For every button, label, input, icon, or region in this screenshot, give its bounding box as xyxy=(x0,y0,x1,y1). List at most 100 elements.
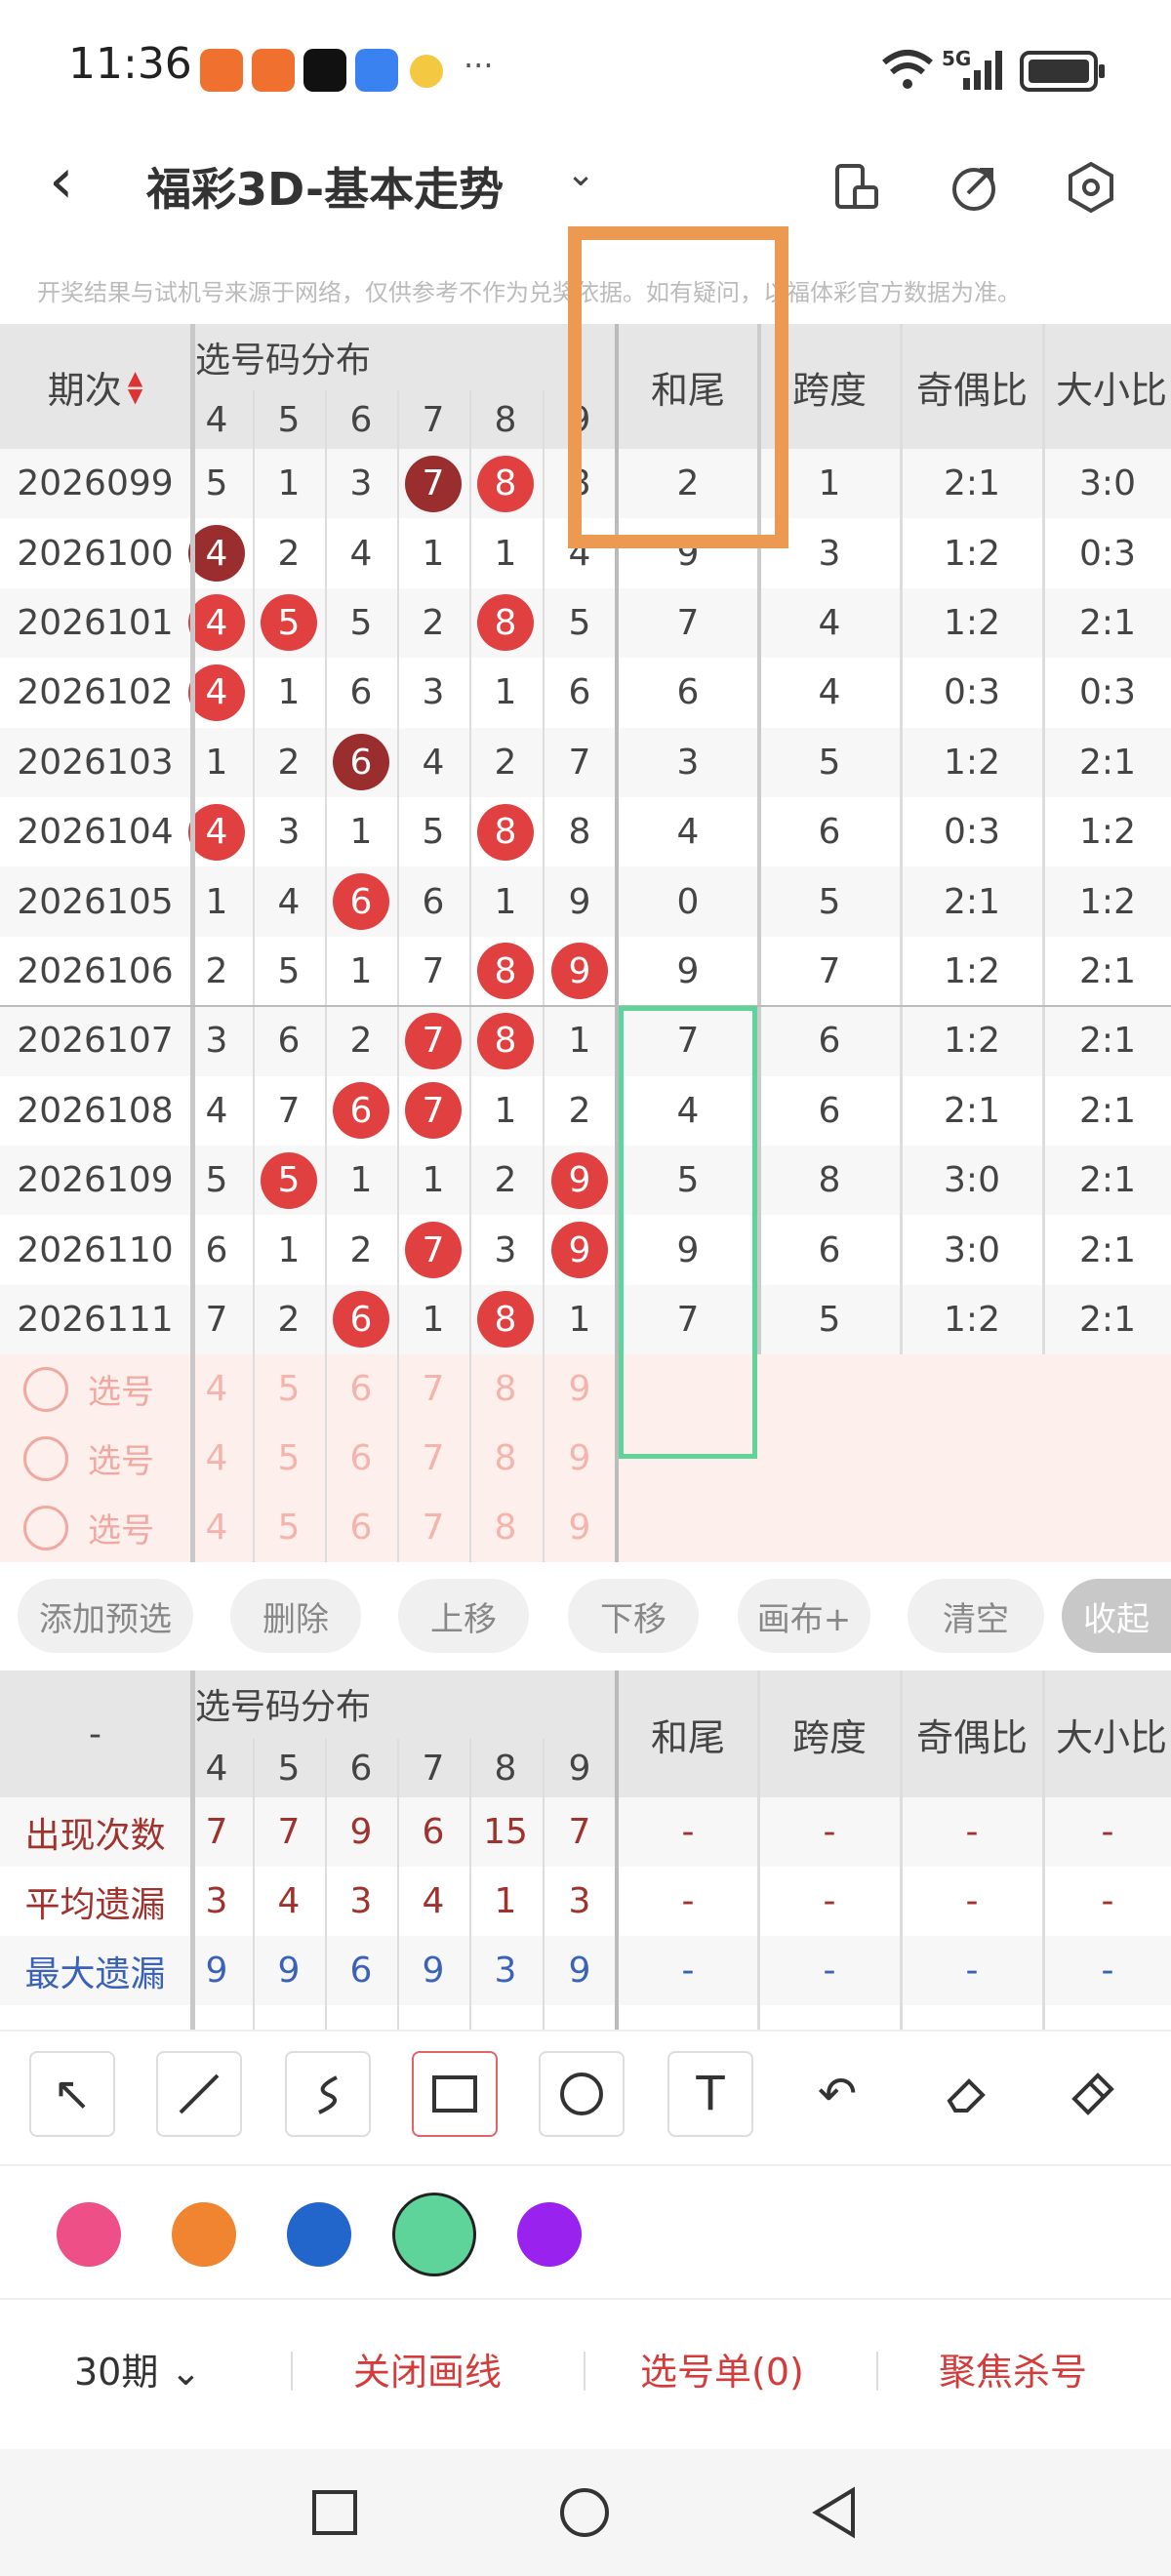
digit-header-5: 5 xyxy=(277,399,301,440)
digit-header-5: 5 xyxy=(277,1748,301,1789)
pick-digit[interactable]: 9 xyxy=(544,1493,616,1562)
rectangle-tool-icon[interactable] xyxy=(412,2051,498,2137)
stats-col-header: 大小比 xyxy=(1056,1715,1168,1759)
digit-cell: 9 xyxy=(544,1215,616,1284)
pick-row[interactable]: 选号 xyxy=(0,1354,190,1424)
number-ball: 5 xyxy=(261,594,317,652)
column-divider xyxy=(325,1739,327,2030)
kuadu-cell: 4 xyxy=(818,602,841,643)
period-header[interactable]: 期次 ▲ ▼ xyxy=(0,324,190,449)
wifi-icon xyxy=(882,50,933,89)
pick-row[interactable]: 选号 xyxy=(0,1424,190,1493)
digit-cell: 9 xyxy=(544,1146,616,1215)
radio-icon[interactable] xyxy=(23,1366,68,1412)
action-button-0[interactable]: 添加预选 xyxy=(18,1579,193,1653)
kuadu-cell: 6 xyxy=(818,1229,841,1270)
digit-cell: 2 xyxy=(422,602,445,643)
pick-digit[interactable]: 9 xyxy=(544,1424,616,1493)
column-divider xyxy=(469,1739,471,2030)
pick-digit[interactable]: 6 xyxy=(325,1493,397,1562)
qiou-cell: 3:0 xyxy=(944,1229,1000,1270)
action-button-5[interactable]: 清空 xyxy=(908,1579,1044,1653)
sort-icon[interactable]: ▲ ▼ xyxy=(128,368,142,405)
kuadu-cell: 5 xyxy=(818,1299,841,1340)
app-notification-icon xyxy=(410,55,443,88)
stats-col-header: 和尾 xyxy=(650,1715,725,1759)
period-selector[interactable]: 30期 ⌄ xyxy=(74,2342,201,2395)
arrow-tool-icon[interactable]: ↖ xyxy=(29,2051,115,2137)
circle-tool-icon[interactable] xyxy=(539,2051,625,2137)
digit-cell: 1 xyxy=(568,1299,591,1340)
settings-icon[interactable] xyxy=(1064,160,1118,215)
pick-digit[interactable]: 5 xyxy=(253,1493,325,1562)
number-ball: 7 xyxy=(405,455,462,512)
pick-row[interactable]: 选号 xyxy=(0,1493,190,1562)
color-swatch[interactable] xyxy=(287,2201,351,2267)
digit-cell: 6 xyxy=(325,1285,397,1354)
home-icon[interactable] xyxy=(558,2486,611,2539)
undo-icon[interactable]: ↶ xyxy=(794,2051,880,2137)
eraser-icon[interactable] xyxy=(923,2051,1009,2137)
hewei-cell: 4 xyxy=(676,812,700,853)
chevron-down-icon[interactable]: ⌄ xyxy=(566,154,595,194)
color-swatch[interactable] xyxy=(392,2192,476,2276)
digit-cell: 3 xyxy=(422,672,445,713)
stats-dash: - xyxy=(965,1812,979,1852)
number-ball: 7 xyxy=(405,1082,462,1140)
stats-col-header: 奇偶比 xyxy=(915,1715,1028,1759)
stats-label: 出现次数 xyxy=(24,1815,166,1856)
pick-digit[interactable]: 8 xyxy=(469,1354,542,1424)
pick-digit[interactable]: 6 xyxy=(325,1354,397,1424)
digit-cell: 7 xyxy=(397,1215,469,1284)
back-button[interactable]: ‹ xyxy=(49,150,74,213)
orientation-icon[interactable] xyxy=(829,160,884,215)
radio-icon[interactable] xyxy=(23,1505,68,1550)
text-tool-icon[interactable]: T xyxy=(667,2051,753,2137)
color-swatch[interactable] xyxy=(57,2201,121,2267)
back-icon[interactable] xyxy=(810,2486,859,2539)
action-button-4[interactable]: 画布+ xyxy=(738,1579,870,1653)
pick-digit[interactable]: 9 xyxy=(544,1354,616,1424)
digit-cell: 1 xyxy=(349,1160,373,1201)
recents-icon[interactable] xyxy=(310,2488,359,2537)
color-swatch[interactable] xyxy=(172,2201,236,2267)
pick-digit[interactable]: 7 xyxy=(397,1354,469,1424)
number-ball: 8 xyxy=(477,455,534,512)
digit-cell: 5 xyxy=(277,950,301,991)
pick-digit[interactable]: 5 xyxy=(253,1354,325,1424)
digit-cell: 2 xyxy=(568,1090,591,1131)
pick-digit[interactable]: 8 xyxy=(469,1493,542,1562)
digit-cell: 4 xyxy=(349,533,373,574)
pick-digit[interactable]: 7 xyxy=(397,1424,469,1493)
number-ball: 6 xyxy=(333,873,389,931)
pick-digit[interactable]: 5 xyxy=(253,1424,325,1493)
number-ball: 4 xyxy=(188,594,245,652)
page-title[interactable]: 福彩3D-基本走势 xyxy=(146,154,504,219)
action-button-3[interactable]: 下移 xyxy=(568,1579,699,1653)
close-draw-button[interactable]: 关闭画线 xyxy=(353,2342,502,2395)
digit-cell: 5 xyxy=(422,812,445,853)
drawn-rectangle[interactable] xyxy=(568,226,788,548)
pick-digit[interactable]: 6 xyxy=(325,1424,397,1493)
clear-brush-icon[interactable] xyxy=(1050,2051,1136,2137)
focus-kill-button[interactable]: 聚焦杀号 xyxy=(939,2342,1087,2395)
pick-list-button[interactable]: 选号单(0) xyxy=(640,2342,804,2395)
digit-cell: 7 xyxy=(422,950,445,991)
qiou-cell: 0:3 xyxy=(944,672,1000,713)
pick-digit[interactable]: 7 xyxy=(397,1493,469,1562)
pick-digit[interactable]: 8 xyxy=(469,1424,542,1493)
radio-icon[interactable] xyxy=(23,1435,68,1481)
share-icon[interactable] xyxy=(947,160,1001,215)
color-swatch[interactable] xyxy=(517,2201,582,2267)
freehand-tool-icon[interactable] xyxy=(285,2051,371,2137)
action-button-6[interactable]: 收起 xyxy=(1062,1579,1171,1653)
line-tool-icon[interactable] xyxy=(156,2051,242,2137)
digit-header-6: 6 xyxy=(349,1748,373,1789)
stats-value: 4 xyxy=(422,1881,445,1921)
action-button-2[interactable]: 上移 xyxy=(398,1579,529,1653)
digit-cell: 6 xyxy=(277,1021,301,1062)
digit-header-8: 8 xyxy=(494,1748,517,1789)
drawn-rectangle[interactable] xyxy=(619,1006,757,1460)
digit-cell: 1 xyxy=(422,533,445,574)
action-button-1[interactable]: 删除 xyxy=(230,1579,361,1653)
